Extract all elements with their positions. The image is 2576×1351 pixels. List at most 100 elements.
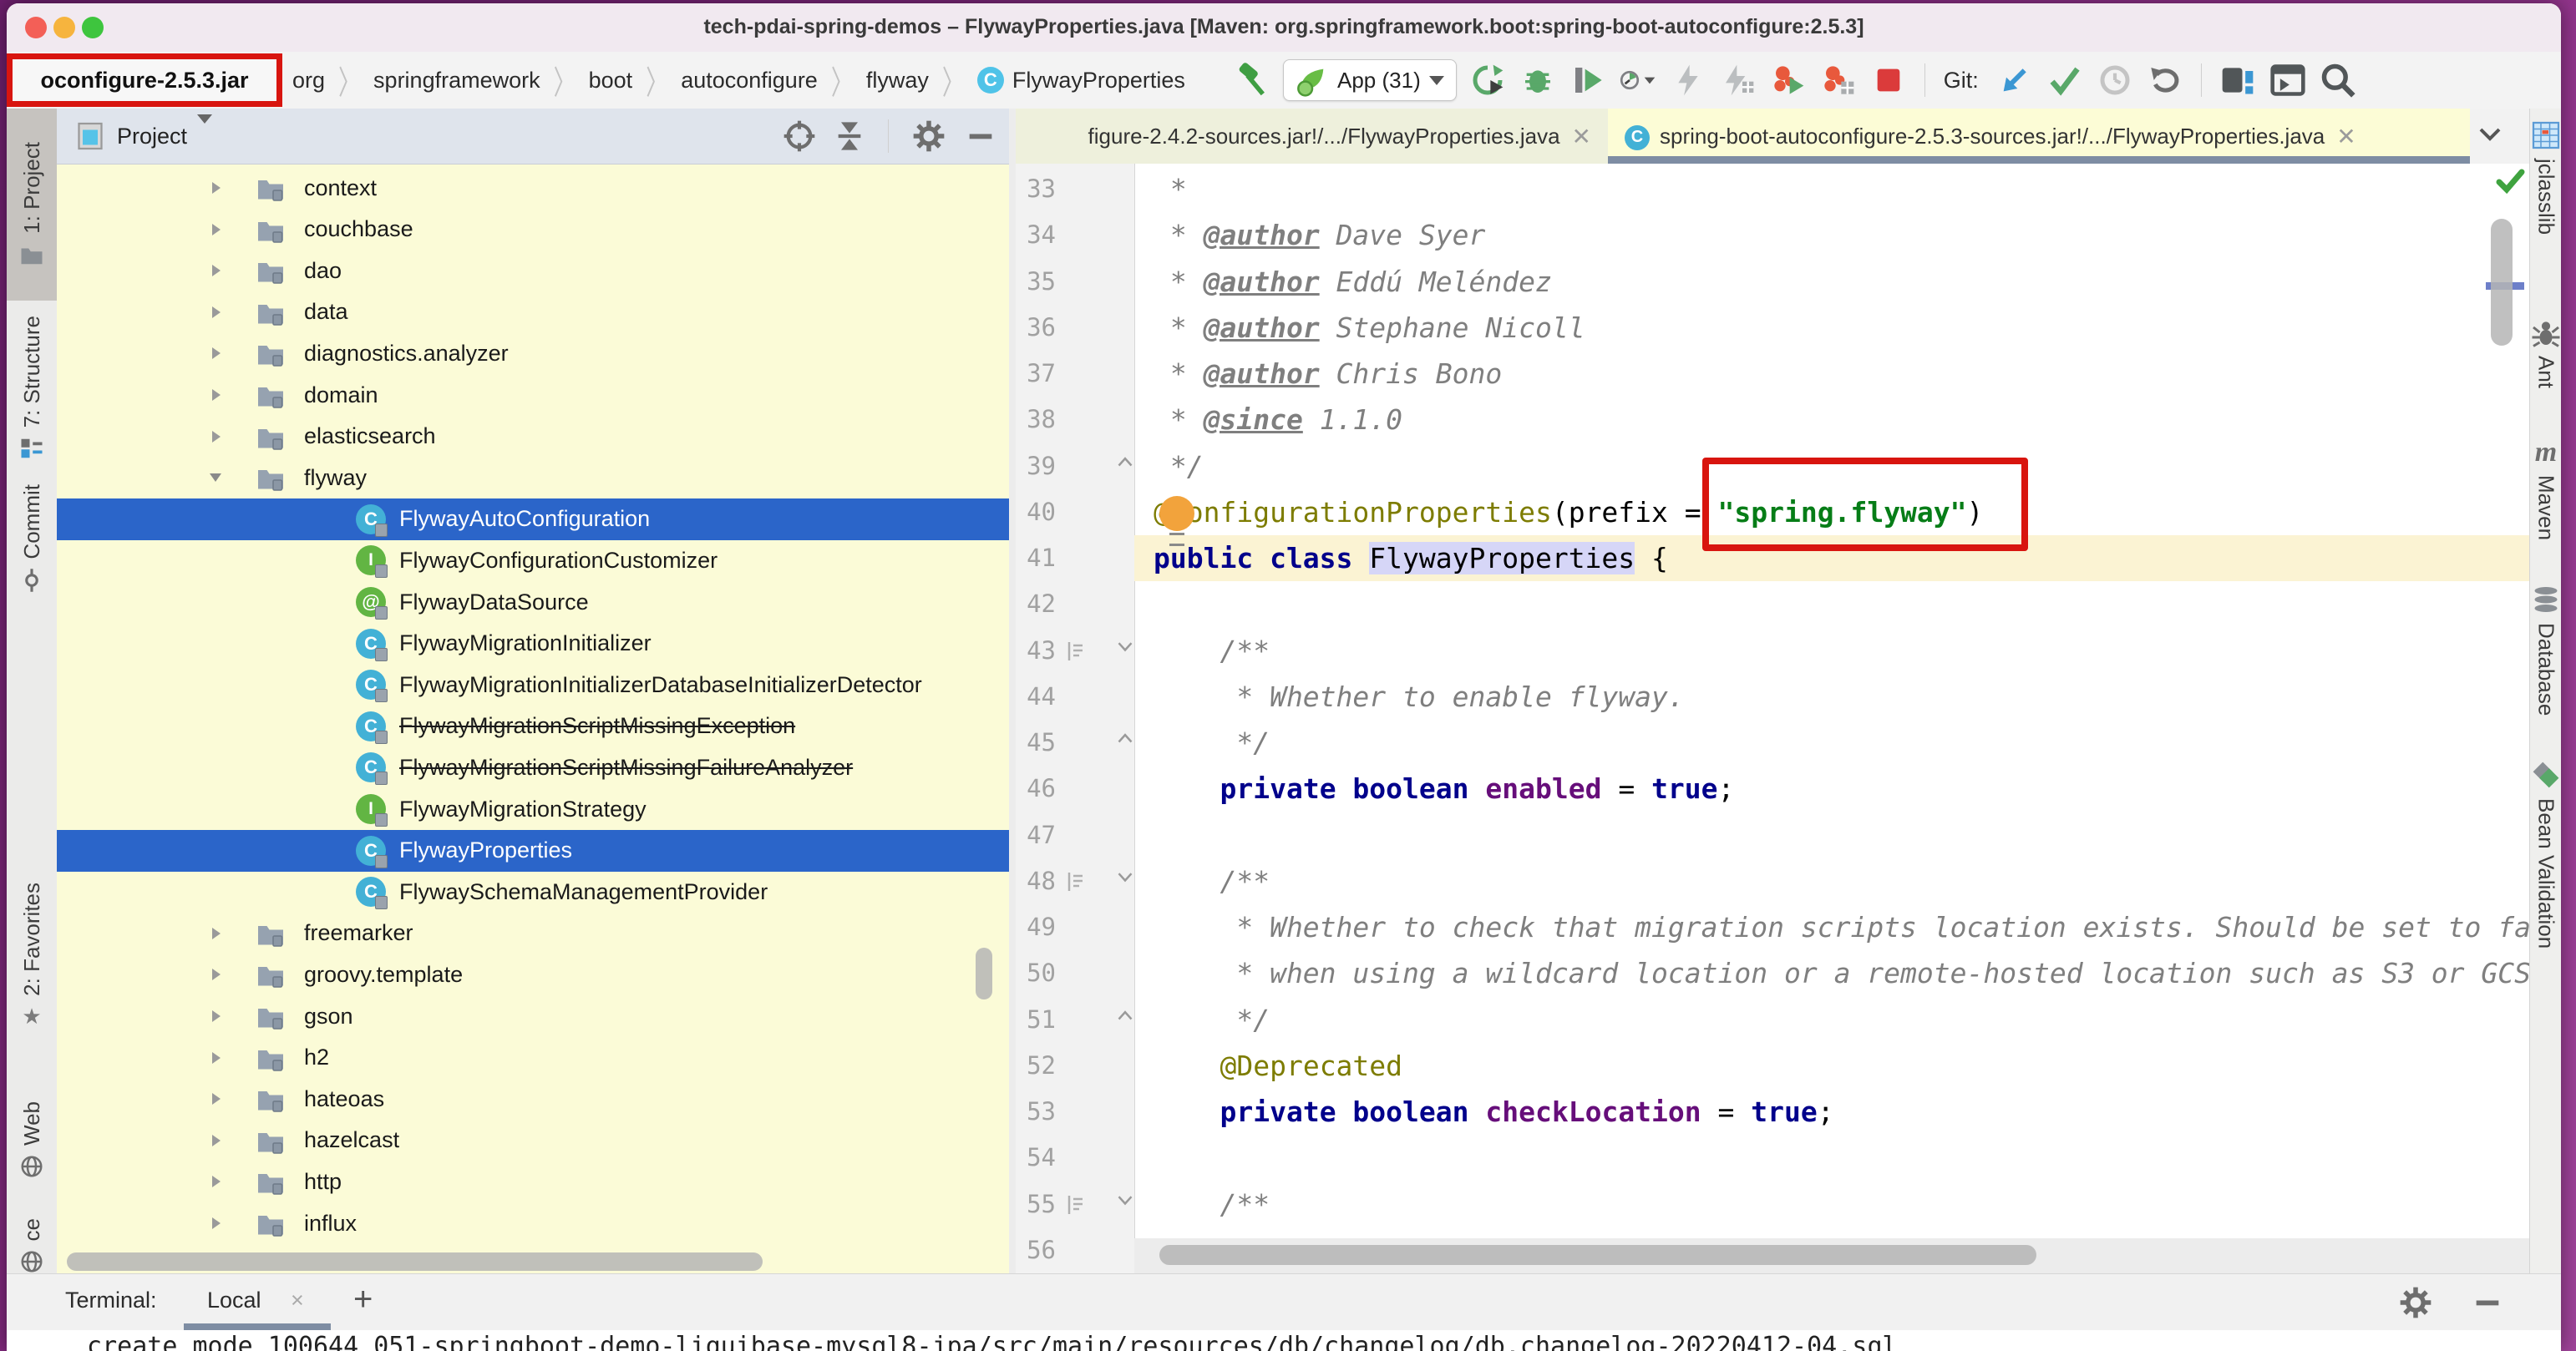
chevron-right-icon[interactable]: [207, 1008, 226, 1025]
tree-item-FlywayConfigurationCustomizer[interactable]: I FlywayConfigurationCustomizer: [57, 539, 1009, 581]
fold-region-end-icon[interactable]: [1114, 731, 1136, 748]
fold-region-icon[interactable]: [1114, 870, 1136, 887]
breadcrumb-item-org[interactable]: org: [292, 68, 325, 94]
chevron-right-icon[interactable]: [207, 1173, 226, 1190]
fold-region-end-icon[interactable]: [1114, 455, 1136, 472]
tree-item-flyway[interactable]: flyway: [57, 457, 1009, 498]
chevron-right-icon[interactable]: [207, 966, 226, 983]
tree-item-http[interactable]: http: [57, 1161, 1009, 1202]
toolwindow-button-Ant[interactable]: Ant: [2530, 317, 2561, 388]
tree-item-FlywayAutoConfiguration[interactable]: C FlywayAutoConfiguration: [57, 498, 1009, 540]
javadoc-render-icon[interactable]: [1066, 870, 1086, 892]
coverage-orange-icon[interactable]: [1769, 61, 1808, 99]
project-tree-vscrollbar[interactable]: [976, 948, 992, 999]
editor-tab-flyway-2-5-3[interactable]: C spring-boot-autoconfigure-2.5.3-source…: [1608, 109, 2470, 164]
stop-icon[interactable]: [1869, 61, 1908, 99]
hide-panel-minus-icon[interactable]: [964, 119, 997, 153]
coverage-orange-build-icon[interactable]: [1819, 61, 1858, 99]
run-configuration-select[interactable]: App (31): [1283, 59, 1457, 101]
lightning-build-icon[interactable]: [1719, 61, 1757, 99]
tree-item-influx[interactable]: influx: [57, 1202, 1009, 1244]
git-update-icon[interactable]: [1995, 61, 2034, 99]
chevron-right-icon[interactable]: [207, 1132, 226, 1149]
javadoc-render-icon[interactable]: [1066, 640, 1086, 661]
close-icon[interactable]: ✕: [1572, 123, 1591, 150]
toolwindow-button-Web[interactable]: Web: [7, 1098, 57, 1181]
fold-region-end-icon[interactable]: [1114, 1009, 1136, 1025]
build-hammer-icon[interactable]: [1233, 61, 1271, 99]
terminal-output[interactable]: create mode 100644 051-springboot-demo-l…: [7, 1330, 2561, 1351]
toolwindow-button-jclasslib[interactable]: jclasslib: [2530, 120, 2561, 235]
breadcrumb-item-springframework[interactable]: springframework: [373, 68, 540, 94]
git-commit-icon[interactable]: [2046, 61, 2084, 99]
tree-item-FlywayMigrationInitializer[interactable]: C FlywayMigrationInitializer: [57, 623, 1009, 665]
toolwindow-button-2: Favorites[interactable]: 2: Favorites ★: [7, 883, 57, 1030]
tree-item-FlywayMigrationInitializerDatabaseInitializerDetector[interactable]: C FlywayMigrationInitializerDatabaseIniti…: [57, 664, 1009, 706]
editor-tab-flyway-2-4-2[interactable]: figure-2.4.2-sources.jar!/.../FlywayProp…: [1016, 109, 1608, 164]
chevron-right-icon[interactable]: [207, 345, 226, 362]
tree-item-freemarker[interactable]: freemarker: [57, 913, 1009, 954]
tree-item-h2[interactable]: h2: [57, 1037, 1009, 1079]
chevron-right-icon[interactable]: [207, 180, 226, 196]
chevron-right-icon[interactable]: [207, 221, 226, 238]
git-revert-icon[interactable]: [2146, 61, 2184, 99]
tree-item-FlywayDataSource[interactable]: @ FlywayDataSource: [57, 581, 1009, 623]
toolwindow-button-Bean Validation[interactable]: Bean Validation: [2530, 760, 2561, 949]
diff-icon[interactable]: [2219, 61, 2257, 99]
close-icon[interactable]: ×: [291, 1288, 304, 1313]
breadcrumb-item-boot[interactable]: boot: [589, 68, 633, 94]
fold-region-icon[interactable]: [1114, 640, 1136, 656]
collapse-all-icon[interactable]: [833, 119, 866, 153]
chevron-down-icon[interactable]: [207, 469, 226, 486]
close-icon[interactable]: ✕: [2336, 123, 2355, 150]
tab-list-chevron-down-icon[interactable]: [2476, 124, 2504, 144]
tree-item-hateoas[interactable]: hateoas: [57, 1078, 1009, 1120]
toolwindow-button-7: Structure[interactable]: 7: Structure: [7, 316, 57, 459]
search-icon[interactable]: [2319, 61, 2357, 99]
terminal-hide-minus-icon[interactable]: [2471, 1286, 2504, 1319]
tree-item-gson[interactable]: gson: [57, 995, 1009, 1037]
tree-item-FlywayMigrationStrategy[interactable]: I FlywayMigrationStrategy: [57, 788, 1009, 830]
chevron-right-icon[interactable]: [207, 925, 226, 942]
profiler-icon[interactable]: [1619, 61, 1657, 99]
javadoc-render-icon[interactable]: [1066, 1193, 1086, 1215]
tree-item-elasticsearch[interactable]: elasticsearch: [57, 416, 1009, 458]
tree-item-domain[interactable]: domain: [57, 374, 1009, 416]
locate-icon[interactable]: [783, 119, 816, 153]
debug-icon[interactable]: [1519, 61, 1557, 99]
terminal-window-icon[interactable]: [2269, 61, 2307, 99]
toolwindow-button-Database[interactable]: Database: [2530, 584, 2561, 716]
tree-item-context[interactable]: context: [57, 167, 1009, 209]
breadcrumb-item-flyway[interactable]: flyway: [866, 68, 929, 94]
chevron-right-icon[interactable]: [207, 1215, 226, 1232]
breadcrumb-item-autoconfigure[interactable]: autoconfigure: [681, 68, 818, 94]
gear-icon[interactable]: [910, 118, 947, 154]
tree-item-FlywaySchemaManagementProvider[interactable]: C FlywaySchemaManagementProvider: [57, 871, 1009, 913]
toolwindow-button-ce[interactable]: ce: [7, 1218, 57, 1273]
toolwindow-button-Commit[interactable]: Commit: [7, 480, 57, 597]
toolwindow-button-1: Project[interactable]: 1: Project: [7, 109, 57, 301]
chevron-right-icon[interactable]: [207, 428, 226, 445]
tree-item-hazelcast[interactable]: hazelcast: [57, 1120, 1009, 1161]
chevron-right-icon[interactable]: [207, 387, 226, 403]
tree-item-groovy.template[interactable]: groovy.template: [57, 954, 1009, 995]
inspections-ok-check-icon[interactable]: [2496, 169, 2526, 194]
editor-vscrollbar[interactable]: [2491, 219, 2513, 346]
chevron-down-icon[interactable]: [197, 114, 213, 149]
project-tree-hscrollbar[interactable]: [67, 1252, 763, 1271]
new-terminal-plus-icon[interactable]: +: [353, 1281, 373, 1318]
breadcrumb-item-class[interactable]: C FlywayProperties: [976, 67, 1185, 94]
run-icon[interactable]: [1468, 61, 1507, 99]
tree-item-FlywayMigrationScriptMissingFailureAnalyzer[interactable]: C FlywayMigrationScriptMissingFailureAnal…: [57, 746, 1009, 788]
tree-item-data[interactable]: data: [57, 291, 1009, 333]
chevron-right-icon[interactable]: [207, 304, 226, 321]
fold-region-icon[interactable]: [1114, 1193, 1136, 1210]
tree-item-FlywayMigrationScriptMissingException[interactable]: C FlywayMigrationScriptMissingException: [57, 706, 1009, 747]
terminal-tab-local[interactable]: Local: [207, 1288, 261, 1313]
chevron-right-icon[interactable]: [207, 1050, 226, 1066]
jar-breadcrumb-annotated[interactable]: oconfigure-2.5.3.jar: [7, 53, 282, 107]
tree-item-couchbase[interactable]: couchbase: [57, 209, 1009, 250]
toolwindow-button-Maven[interactable]: m Maven: [2530, 438, 2561, 541]
lightning-icon[interactable]: [1669, 61, 1707, 99]
code-editor[interactable]: 33 34 35 36 37 38 39 40 41 42 43 44 45 46 47 48 49 50 51 52…: [1016, 164, 2529, 1273]
